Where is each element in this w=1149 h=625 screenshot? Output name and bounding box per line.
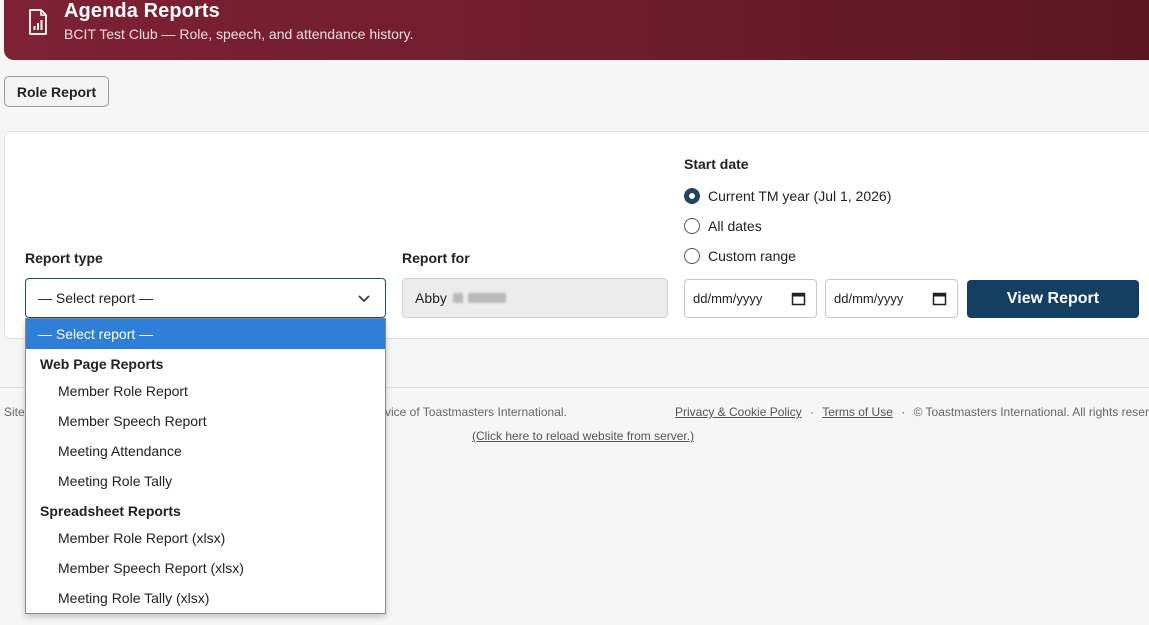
dropdown-option[interactable]: Member Role Report bbox=[26, 376, 385, 406]
report-for-label: Report for bbox=[402, 250, 470, 266]
footer-separator: · bbox=[810, 405, 815, 419]
chevron-down-icon bbox=[358, 295, 370, 303]
report-type-dropdown: — Select report — Web Page Reports Membe… bbox=[25, 318, 386, 614]
radio-unchecked-icon[interactable] bbox=[684, 248, 700, 264]
footer-service-text: vice of Toastmasters International. bbox=[385, 405, 567, 419]
calendar-icon[interactable] bbox=[791, 291, 806, 306]
view-report-button[interactable]: View Report bbox=[967, 280, 1139, 318]
report-chart-icon bbox=[29, 9, 47, 35]
footer-separator: · bbox=[901, 405, 906, 419]
redacted-text bbox=[467, 293, 506, 303]
report-for-field: Abby bbox=[402, 278, 668, 318]
report-type-label: Report type bbox=[25, 250, 103, 266]
report-type-value: — Select report — bbox=[38, 290, 154, 306]
radio-label: Custom range bbox=[708, 248, 796, 264]
date-to-placeholder: dd/mm/yyyy bbox=[834, 291, 904, 306]
dropdown-option[interactable]: Meeting Attendance bbox=[26, 436, 385, 466]
page-title: Agenda Reports bbox=[64, 0, 220, 22]
radio-label: Current TM year (Jul 1, 2026) bbox=[708, 188, 892, 204]
radio-checked-icon[interactable] bbox=[684, 188, 700, 204]
page-subtitle: BCIT Test Club — Role, speech, and atten… bbox=[64, 26, 414, 42]
radio-unchecked-icon[interactable] bbox=[684, 218, 700, 234]
reload-website-link[interactable]: (Click here to reload website from serve… bbox=[472, 429, 694, 443]
dropdown-group-web-page-reports: Web Page Reports bbox=[40, 356, 164, 372]
dropdown-option[interactable]: Member Speech Report bbox=[26, 406, 385, 436]
dropdown-group-spreadsheet-reports: Spreadsheet Reports bbox=[40, 503, 181, 519]
date-from-placeholder: dd/mm/yyyy bbox=[693, 291, 763, 306]
role-report-button[interactable]: Role Report bbox=[4, 76, 109, 107]
radio-all-dates[interactable]: All dates bbox=[684, 216, 762, 236]
dropdown-option[interactable]: Meeting Role Tally (xlsx) bbox=[26, 583, 385, 613]
dropdown-option-select-report[interactable]: — Select report — bbox=[26, 319, 385, 349]
dropdown-option[interactable]: Member Speech Report (xlsx) bbox=[26, 553, 385, 583]
date-to-input[interactable]: dd/mm/yyyy bbox=[825, 279, 958, 318]
dropdown-option[interactable]: Meeting Role Tally bbox=[26, 466, 385, 496]
report-for-value: Abby bbox=[415, 290, 447, 306]
terms-link[interactable]: Terms of Use bbox=[822, 405, 893, 419]
report-type-select[interactable]: — Select report — bbox=[25, 278, 386, 318]
date-from-input[interactable]: dd/mm/yyyy bbox=[684, 279, 817, 318]
radio-custom-range[interactable]: Custom range bbox=[684, 246, 796, 266]
dropdown-option[interactable]: Member Role Report (xlsx) bbox=[26, 523, 385, 553]
copyright-text: © Toastmasters International. All rights… bbox=[913, 405, 1149, 419]
app-header: Agenda Reports BCIT Test Club — Role, sp… bbox=[4, 0, 1149, 60]
radio-label: All dates bbox=[708, 218, 762, 234]
privacy-link[interactable]: Privacy & Cookie Policy bbox=[675, 405, 802, 419]
footer-site-fragment: Site bbox=[4, 405, 25, 419]
redacted-text bbox=[452, 293, 463, 303]
calendar-icon[interactable] bbox=[932, 291, 947, 306]
radio-current-tm-year[interactable]: Current TM year (Jul 1, 2026) bbox=[684, 186, 891, 206]
start-date-label: Start date bbox=[684, 156, 749, 172]
